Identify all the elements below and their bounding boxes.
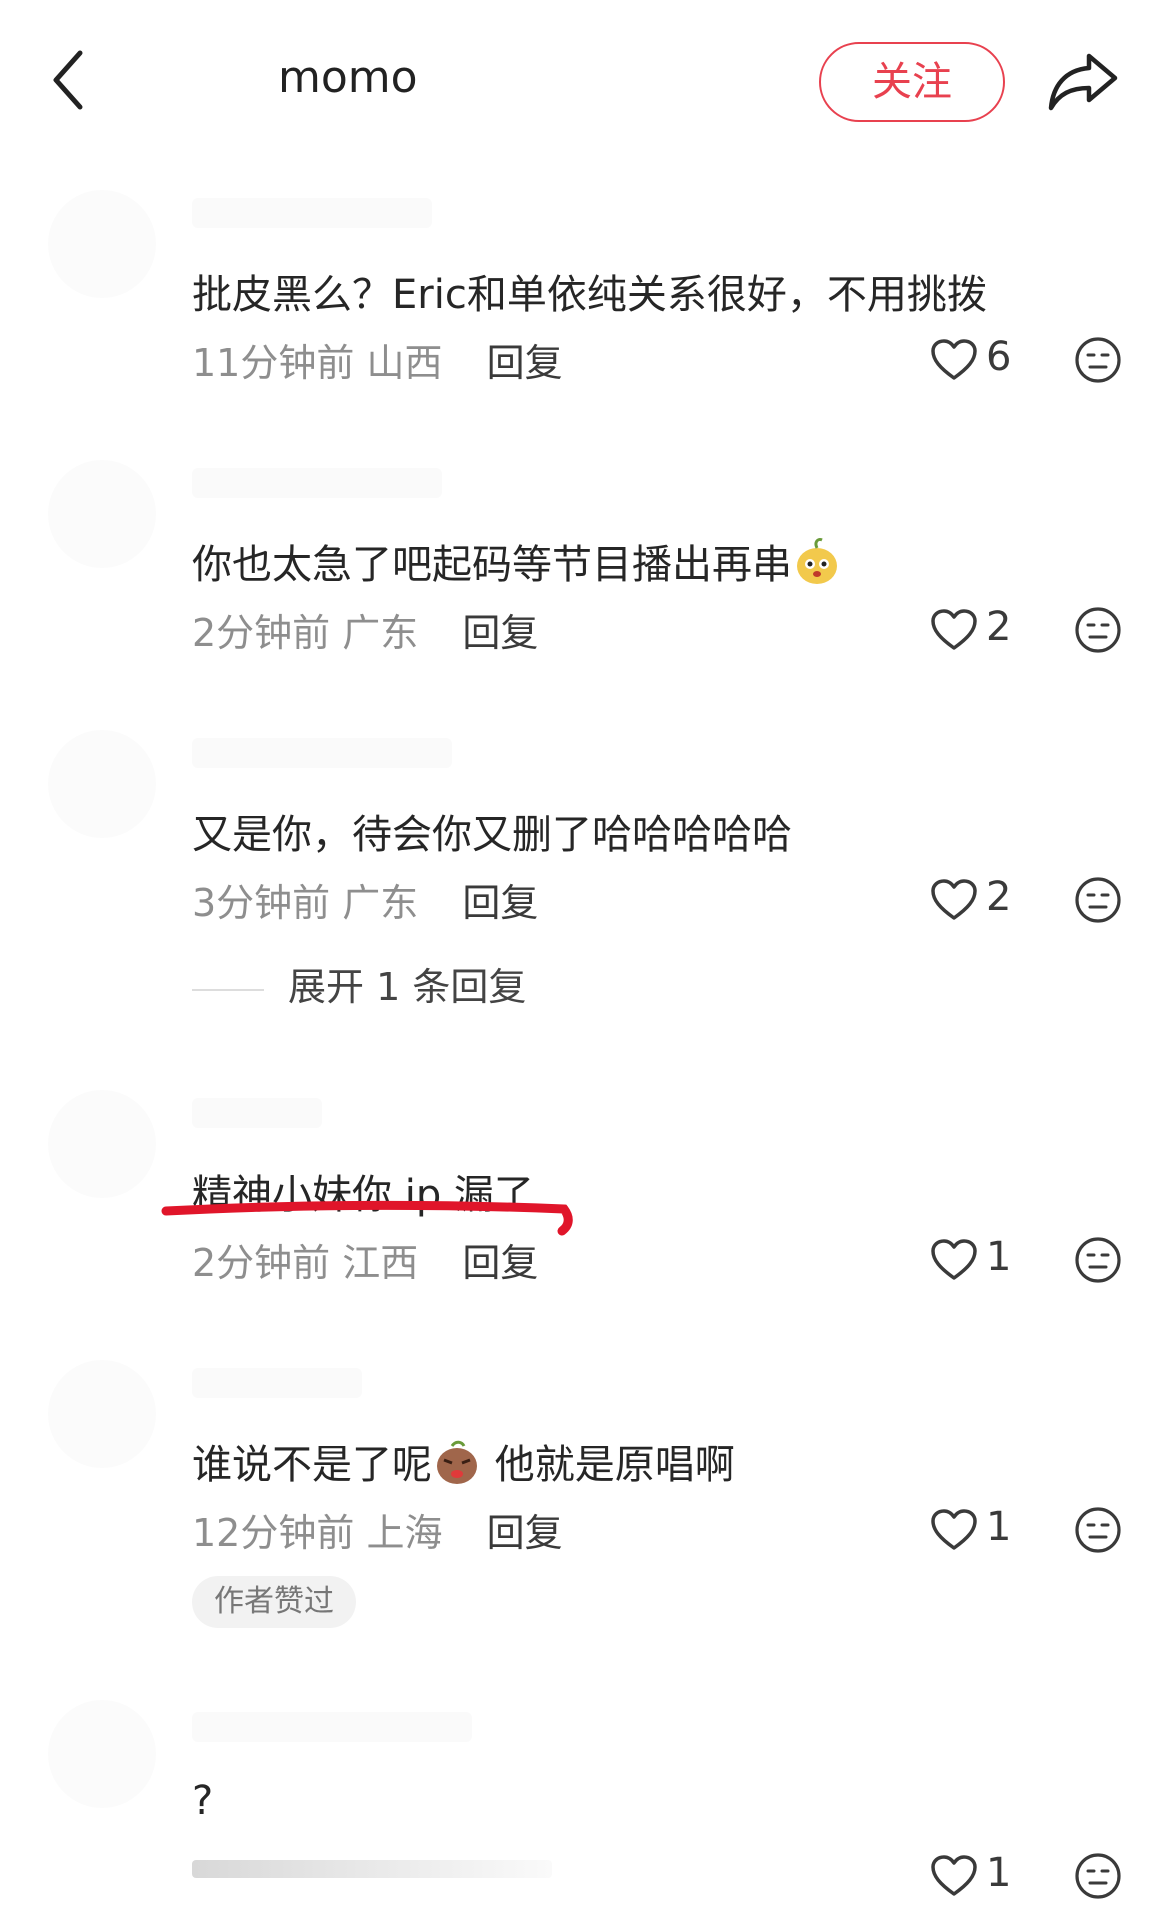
avatar[interactable] — [48, 460, 156, 568]
author-name[interactable]: momo — [278, 52, 418, 103]
top-bar: momo 关注 — [0, 0, 1169, 170]
like-count: 1 — [986, 1504, 1012, 1550]
reply-button[interactable]: 回复 — [462, 881, 538, 925]
comment-time: 2分钟前 — [192, 611, 331, 655]
comment-meta: 12分钟前 上海 回复 — [192, 1502, 563, 1557]
dislike-button[interactable] — [1074, 1852, 1122, 1900]
avatar[interactable] — [48, 1700, 156, 1808]
comment-text: 批皮黑么？Eric和单依纯关系很好，不用挑拨 — [192, 272, 987, 318]
like-button[interactable]: 1 — [930, 1502, 1020, 1558]
reply-button[interactable]: 回复 — [487, 341, 563, 385]
comment-text-body: 谁说不是了呢 — [192, 1442, 432, 1488]
reply-button[interactable]: 回复 — [462, 1241, 538, 1285]
divider — [192, 988, 264, 991]
share-button[interactable] — [1045, 46, 1121, 116]
comment-meta: 11分钟前 山西 回复 — [192, 332, 563, 387]
dislike-button[interactable] — [1074, 606, 1122, 654]
heart-icon — [931, 879, 977, 920]
chevron-left-icon — [53, 50, 83, 110]
follow-button[interactable]: 关注 — [819, 42, 1005, 122]
comment-location: 山西 — [366, 341, 443, 385]
red-underline-annotation — [161, 1200, 573, 1236]
reply-button[interactable]: 回复 — [462, 611, 538, 655]
like-count: 2 — [986, 604, 1012, 650]
share-icon — [1048, 53, 1118, 111]
avatar[interactable] — [48, 1360, 156, 1468]
like-button[interactable]: 1 — [930, 1848, 1020, 1904]
heart-icon — [931, 1855, 977, 1896]
dislike-button[interactable] — [1074, 1236, 1122, 1284]
dislike-button[interactable] — [1074, 876, 1122, 924]
like-button[interactable]: 6 — [930, 332, 1020, 388]
angry-potato-emoji — [437, 1440, 477, 1484]
heart-icon — [931, 609, 977, 650]
comment-meta: 3分钟前 广东 回复 — [192, 872, 538, 927]
avatar[interactable] — [48, 1090, 156, 1198]
comment-location: 江西 — [342, 1241, 419, 1285]
comment-text: 又是你，待会你又删了哈哈哈哈哈 — [192, 812, 792, 858]
comment-location: 广东 — [342, 611, 419, 655]
comment-text-body: 你也太急了吧起码等节目播出再串 — [192, 542, 792, 588]
neutral-face-icon — [1075, 877, 1121, 923]
neutral-face-icon — [1075, 1853, 1121, 1899]
comment-text: 你也太急了吧起码等节目播出再串 — [192, 532, 842, 590]
reply-button[interactable]: 回复 — [487, 1511, 563, 1555]
heart-icon — [931, 1239, 977, 1280]
neutral-face-icon — [1075, 1507, 1121, 1553]
expand-replies-button[interactable]: 展开 1 条回复 — [192, 956, 526, 1011]
expand-replies-label: 展开 1 条回复 — [288, 965, 527, 1009]
comment-meta: 2分钟前 广东 回复 — [192, 602, 538, 657]
like-count: 1 — [986, 1850, 1012, 1896]
avatar[interactable] — [48, 730, 156, 838]
back-button[interactable] — [40, 45, 100, 115]
like-count: 2 — [986, 874, 1012, 920]
author-liked-badge: 作者赞过 — [192, 1576, 356, 1628]
comment-time: 12分钟前 — [192, 1511, 355, 1555]
comment-text: ? — [192, 1778, 214, 1824]
username-redacted — [192, 1368, 362, 1398]
pear-face-emoji — [797, 538, 837, 584]
like-count: 1 — [986, 1234, 1012, 1280]
dislike-button[interactable] — [1074, 1506, 1122, 1554]
comment-location: 上海 — [366, 1511, 443, 1555]
comment-time: 3分钟前 — [192, 881, 331, 925]
like-button[interactable]: 1 — [930, 1232, 1020, 1288]
comment-text: 谁说不是了呢 他就是原唱啊 — [192, 1432, 735, 1490]
like-count: 6 — [986, 334, 1012, 380]
username-redacted — [192, 738, 452, 768]
neutral-face-icon — [1075, 1237, 1121, 1283]
neutral-face-icon — [1075, 337, 1121, 383]
comment-time: 2分钟前 — [192, 1241, 331, 1285]
redacted-meta — [192, 1860, 552, 1878]
comment-text-tail: 他就是原唱啊 — [482, 1442, 735, 1488]
heart-icon — [931, 339, 977, 380]
like-button[interactable]: 2 — [930, 872, 1020, 928]
dislike-button[interactable] — [1074, 336, 1122, 384]
username-redacted — [192, 468, 442, 498]
heart-icon — [931, 1509, 977, 1550]
comment-time: 11分钟前 — [192, 341, 355, 385]
like-button[interactable]: 2 — [930, 602, 1020, 658]
username-redacted — [192, 1712, 472, 1742]
username-redacted — [192, 1098, 322, 1128]
comment-location: 广东 — [342, 881, 419, 925]
avatar[interactable] — [48, 190, 156, 298]
neutral-face-icon — [1075, 607, 1121, 653]
username-redacted — [192, 198, 432, 228]
